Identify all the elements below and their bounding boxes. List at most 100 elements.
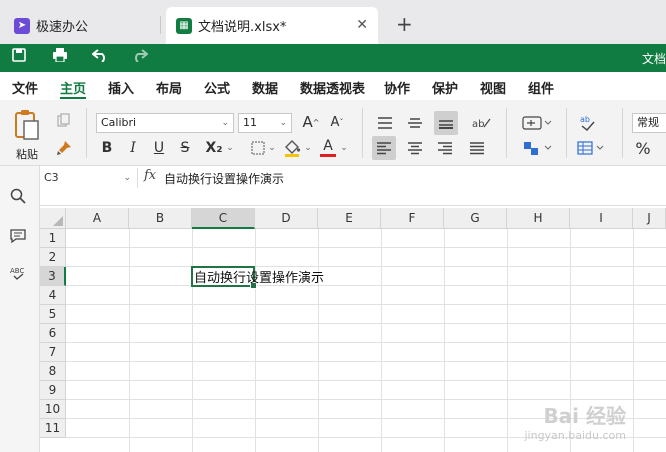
fx-icon[interactable]: fx xyxy=(144,168,156,183)
font-shrink-button[interactable]: Aˇ xyxy=(328,112,346,132)
row-header[interactable]: 4 xyxy=(40,286,66,305)
spellcheck-icon[interactable]: ABC xyxy=(10,266,28,286)
menu-collab[interactable]: 协作 xyxy=(384,78,410,97)
formula-input[interactable]: 自动换行设置操作演示 xyxy=(164,170,284,187)
chevron-down-icon[interactable]: ⌄ xyxy=(304,140,312,156)
spellcheck-icon[interactable]: ab xyxy=(576,112,600,134)
paste-label[interactable]: 粘贴 xyxy=(16,146,38,162)
menu-protect[interactable]: 保护 xyxy=(432,78,458,97)
column-header[interactable]: A xyxy=(66,208,129,229)
row-header[interactable]: 6 xyxy=(40,324,66,343)
row-header[interactable]: 11 xyxy=(40,419,66,438)
active-tab-indicator xyxy=(60,97,86,99)
conditional-format-icon[interactable] xyxy=(574,137,608,159)
font-color-button[interactable]: A xyxy=(318,136,338,158)
merge-cells-icon[interactable] xyxy=(520,137,554,159)
undo-icon[interactable] xyxy=(91,48,108,66)
rocket-icon: ➤ xyxy=(14,17,30,34)
column-header[interactable]: G xyxy=(444,208,507,229)
strikethrough-button[interactable]: S xyxy=(176,138,194,158)
new-tab-icon[interactable]: + xyxy=(396,12,413,36)
chevron-down-icon: ⌄ xyxy=(123,173,131,183)
row-header[interactable]: 2 xyxy=(40,248,66,267)
format-painter-icon[interactable] xyxy=(56,140,72,156)
paste-icon[interactable] xyxy=(12,108,42,142)
text-orientation-icon[interactable]: ab xyxy=(466,112,496,134)
menu-bar: 文件 主页 插入 布局 公式 数据 数据透视表 协作 保护 视图 组件 xyxy=(0,72,666,100)
redo-icon[interactable] xyxy=(132,48,149,66)
menu-home[interactable]: 主页 xyxy=(60,78,86,97)
row-header[interactable]: 3 xyxy=(40,267,66,286)
column-header[interactable]: E xyxy=(318,208,381,229)
number-format-select[interactable]: 常规 xyxy=(632,113,666,133)
column-header[interactable]: F xyxy=(381,208,444,229)
tab-label: 极速办公 xyxy=(36,20,89,35)
column-header[interactable]: B xyxy=(129,208,192,229)
font-size-select[interactable]: 11 ⌄ xyxy=(238,113,292,133)
align-top-icon[interactable] xyxy=(374,112,396,134)
save-icon[interactable] xyxy=(12,48,26,66)
subscript-button[interactable]: X₂ xyxy=(202,138,226,158)
menu-pivot[interactable]: 数据透视表 xyxy=(300,78,365,97)
menu-file[interactable]: 文件 xyxy=(12,78,38,97)
font-name-value: Calibri xyxy=(101,116,137,129)
font-name-select[interactable]: Calibri ⌄ xyxy=(96,113,234,133)
chevron-down-icon: ⌄ xyxy=(221,118,229,128)
number-format-value: 常规 xyxy=(637,116,659,129)
column-header[interactable]: D xyxy=(255,208,318,229)
comment-icon[interactable] xyxy=(10,228,26,248)
tab-separator xyxy=(160,16,161,34)
formula-bar: C3 ⌄ fx 自动换行设置操作演示 xyxy=(40,166,666,206)
ribbon-separator xyxy=(506,108,507,158)
percent-button[interactable]: % xyxy=(632,137,654,159)
menu-layout[interactable]: 布局 xyxy=(156,78,182,97)
menu-components[interactable]: 组件 xyxy=(528,78,554,97)
align-right-icon[interactable] xyxy=(434,137,456,159)
underline-button[interactable]: U xyxy=(150,138,168,158)
watermark-logo: Bai 经验 xyxy=(543,404,626,428)
column-header[interactable]: I xyxy=(570,208,633,229)
close-icon[interactable]: ✕ xyxy=(356,17,368,33)
tab-document[interactable]: ▦ 文档说明.xlsx* ✕ xyxy=(166,7,378,44)
menu-data[interactable]: 数据 xyxy=(252,78,278,97)
column-header[interactable]: C xyxy=(192,208,255,229)
chevron-down-icon[interactable]: ⌄ xyxy=(340,140,348,156)
align-center-icon[interactable] xyxy=(404,137,426,159)
spreadsheet-grid[interactable]: A B C D E F G H I J 1 2 3 4 5 6 7 8 9 10… xyxy=(40,208,666,452)
row-header[interactable]: 5 xyxy=(40,305,66,324)
row-header[interactable]: 8 xyxy=(40,362,66,381)
wrap-text-icon[interactable] xyxy=(520,112,554,134)
align-middle-icon[interactable] xyxy=(404,112,426,134)
justify-icon[interactable] xyxy=(466,137,488,159)
svg-text:ab: ab xyxy=(580,115,590,124)
select-all-corner[interactable] xyxy=(40,208,66,229)
chevron-down-icon[interactable]: ⌄ xyxy=(226,140,234,156)
row-header[interactable]: 9 xyxy=(40,381,66,400)
spreadsheet-icon: ▦ xyxy=(176,17,192,34)
align-left-icon[interactable] xyxy=(372,136,396,160)
tab-home[interactable]: ➤ 极速办公 xyxy=(4,7,160,44)
column-header[interactable]: J xyxy=(633,208,666,229)
border-icon[interactable] xyxy=(250,140,266,156)
row-header[interactable]: 1 xyxy=(40,229,66,248)
font-grow-label: A xyxy=(302,113,313,131)
row-header[interactable]: 10 xyxy=(40,400,66,419)
bold-button[interactable]: B xyxy=(98,138,116,158)
ribbon-separator xyxy=(622,108,623,158)
row-header[interactable]: 7 xyxy=(40,343,66,362)
document-title: 文档 xyxy=(641,52,666,66)
print-icon[interactable] xyxy=(52,48,68,66)
search-icon[interactable] xyxy=(10,188,26,208)
menu-formula[interactable]: 公式 xyxy=(204,78,230,97)
fill-color-icon[interactable] xyxy=(282,138,302,158)
menu-insert[interactable]: 插入 xyxy=(108,78,134,97)
italic-button[interactable]: I xyxy=(124,138,142,158)
cell-c3-value[interactable]: 自动换行设置操作演示 xyxy=(194,267,324,286)
name-box[interactable]: C3 ⌄ xyxy=(40,168,138,188)
font-grow-button[interactable]: A ^ xyxy=(302,112,320,132)
copy-icon[interactable] xyxy=(56,112,72,128)
chevron-down-icon[interactable]: ⌄ xyxy=(268,140,276,156)
column-header[interactable]: H xyxy=(507,208,570,229)
align-bottom-icon[interactable] xyxy=(434,111,458,135)
menu-view[interactable]: 视图 xyxy=(480,78,506,97)
